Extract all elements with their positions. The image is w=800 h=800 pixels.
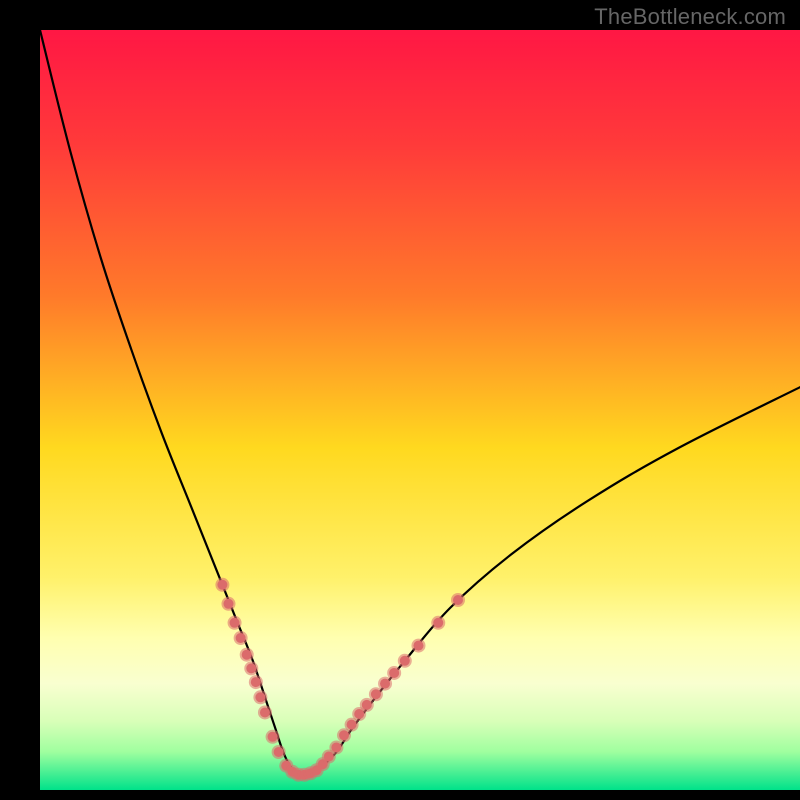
- marker-point-core: [246, 663, 256, 673]
- marker-point-core: [242, 650, 252, 660]
- chart-frame: TheBottleneck.com: [0, 0, 800, 800]
- marker-point-core: [255, 692, 265, 702]
- marker-point-core: [413, 641, 423, 651]
- marker-point-core: [362, 700, 372, 710]
- marker-point-core: [251, 677, 261, 687]
- marker-point-core: [371, 689, 381, 699]
- marker-point-core: [236, 633, 246, 643]
- marker-point-core: [433, 618, 443, 628]
- marker-point-core: [453, 595, 463, 605]
- marker-point-core: [331, 742, 341, 752]
- marker-point-core: [380, 679, 390, 689]
- marker-point-core: [230, 618, 240, 628]
- plot-area: [40, 30, 800, 790]
- marker-point-core: [268, 732, 278, 742]
- marker-point-core: [260, 707, 270, 717]
- bottleneck-chart: [40, 30, 800, 790]
- marker-point-core: [217, 580, 227, 590]
- watermark-text: TheBottleneck.com: [594, 4, 786, 30]
- marker-point-core: [400, 656, 410, 666]
- marker-point-core: [223, 599, 233, 609]
- marker-point-core: [339, 730, 349, 740]
- marker-point-core: [274, 747, 284, 757]
- marker-point-core: [347, 720, 357, 730]
- marker-point-core: [389, 668, 399, 678]
